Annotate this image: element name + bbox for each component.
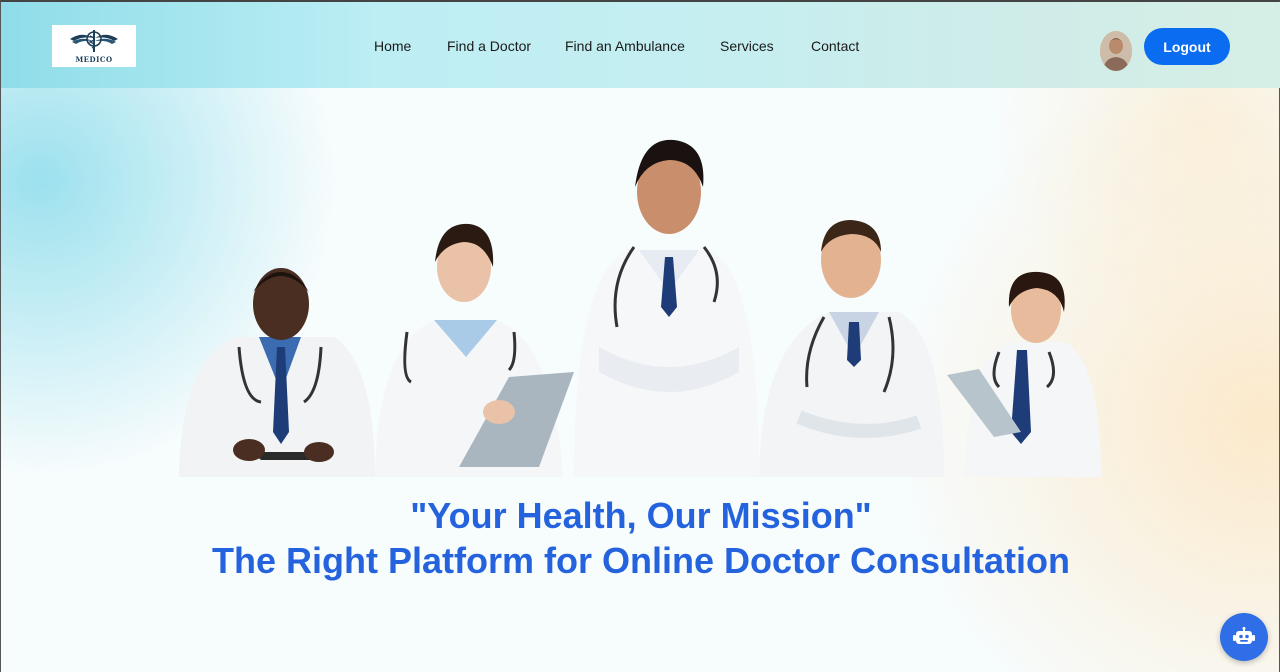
doctor-figure-3 <box>574 139 759 477</box>
medico-logo[interactable]: MEDICO <box>52 25 136 67</box>
hero-text: "Your Health, Our Mission" The Right Pla… <box>1 494 1280 584</box>
doctor-figure-4 <box>759 220 944 477</box>
nav-find-doctor[interactable]: Find a Doctor <box>447 38 531 54</box>
doctors-group-photo <box>179 139 1101 477</box>
caduceus-icon <box>70 30 118 52</box>
nav-services[interactable]: Services <box>720 38 774 54</box>
logout-button[interactable]: Logout <box>1144 28 1230 65</box>
logo-text: MEDICO <box>75 55 113 64</box>
nav-find-ambulance[interactable]: Find an Ambulance <box>565 38 685 54</box>
doctor-figure-1 <box>179 268 375 477</box>
chatbot-button[interactable] <box>1220 613 1268 661</box>
hero-headline: The Right Platform for Online Doctor Con… <box>212 540 1070 581</box>
hero-tagline: "Your Health, Our Mission" <box>410 495 872 536</box>
nav-contact[interactable]: Contact <box>811 38 859 54</box>
user-avatar-icon[interactable] <box>1100 31 1132 71</box>
doctor-figure-5 <box>947 271 1101 477</box>
doctor-figure-2 <box>375 223 574 477</box>
nav-home[interactable]: Home <box>374 38 411 54</box>
top-navbar: MEDICO Home Find a Doctor Find an Ambula… <box>1 2 1280 88</box>
avatar-photo <box>1100 31 1132 71</box>
robot-icon <box>1233 627 1255 644</box>
